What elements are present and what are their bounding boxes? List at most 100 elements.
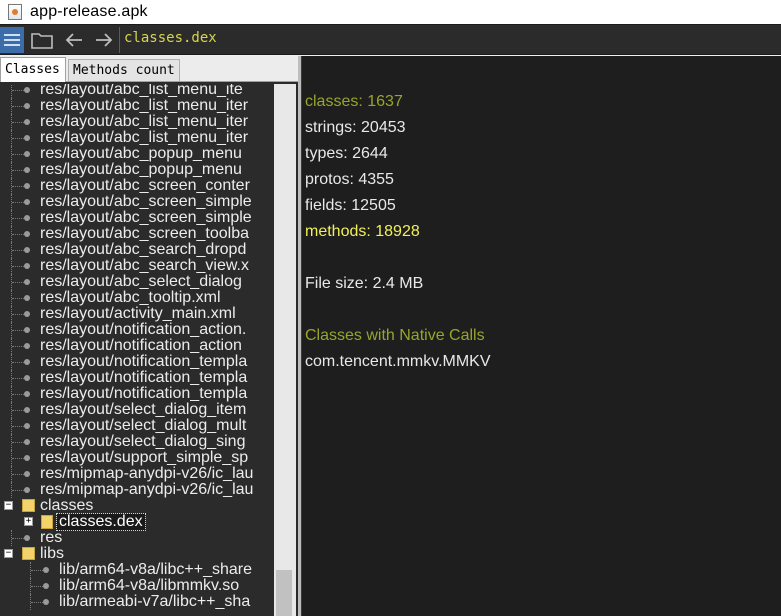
tree-item-label: res/layout/abc_screen_simple (40, 193, 252, 210)
tree-item[interactable]: res/layout/support_simple_sp (0, 450, 274, 466)
forward-button[interactable] (92, 28, 116, 52)
tree-item-label: res/mipmap-anydpi-v26/ic_lau (40, 465, 254, 482)
tree-item[interactable]: res/mipmap-anydpi-v26/ic_lau (0, 466, 274, 482)
tree-item[interactable]: res/layout/abc_screen_simple (0, 194, 274, 210)
tree-item-classes-dex[interactable]: + classes.dex (0, 513, 274, 531)
tree-item[interactable]: res/layout/abc_popup_menu (0, 162, 274, 178)
open-file-button[interactable] (30, 28, 54, 52)
toolbar-separator (119, 27, 120, 53)
file-bullet-icon (24, 135, 30, 141)
folder-icon (31, 33, 53, 49)
file-bullet-icon (43, 567, 49, 573)
tree-scrollbar-thumb[interactable] (276, 570, 292, 616)
tree-item[interactable]: res/layout/abc_list_menu_iter (0, 98, 274, 114)
file-bullet-icon (24, 407, 30, 413)
tree-item-label: res/layout/select_dialog_sing (40, 433, 246, 450)
tree-item[interactable]: res/layout/abc_search_dropd (0, 242, 274, 258)
stat-types: types: 2644 (305, 145, 388, 162)
tree-item-label: lib/arm64-v8a/libmmkv.so (59, 577, 240, 594)
file-bullet-icon (24, 471, 30, 477)
tree-item[interactable]: res/layout/abc_list_menu_iter (0, 114, 274, 130)
tree-item[interactable]: res/layout/abc_select_dialog (0, 274, 274, 290)
expand-toggle-icon[interactable]: − (4, 501, 13, 510)
tree-folder-classes[interactable]: − classes (0, 498, 274, 514)
tree-item[interactable]: res/layout/activity_main.xml (0, 306, 274, 322)
tree-item[interactable]: res/layout/abc_search_view.x (0, 258, 274, 274)
tree-item[interactable]: lib/arm64-v8a/libmmkv.so (0, 578, 274, 594)
tree-item-res[interactable]: res (0, 530, 274, 546)
tree-item[interactable]: res/layout/abc_screen_simple (0, 210, 274, 226)
file-bullet-icon (24, 311, 30, 317)
arrow-right-icon (96, 33, 113, 47)
tree-item[interactable]: res/mipmap-anydpi-v26/ic_lau (0, 482, 274, 498)
tree-item[interactable]: lib/arm64-v8a/libc++_share (0, 562, 274, 578)
folder-icon (22, 547, 35, 560)
tree-item-label: classes (40, 497, 94, 514)
file-bullet-icon (24, 391, 30, 397)
tree-item[interactable]: res/layout/select_dialog_sing (0, 434, 274, 450)
tree-guide-line (31, 570, 43, 571)
tree-item[interactable]: res/layout/notification_action (0, 338, 274, 354)
file-bullet-icon (24, 423, 30, 429)
tree-item[interactable]: res/layout/select_dialog_item (0, 402, 274, 418)
tree-item-label: res/layout/abc_list_menu_iter (40, 97, 249, 114)
file-bullet-icon (24, 119, 30, 125)
file-bullet-icon (24, 167, 30, 173)
file-tree: res/layout/abc_list_menu_ite res/layout/a… (0, 84, 274, 616)
file-bullet-icon (24, 295, 30, 301)
tree-item-label: res/layout/notification_action. (40, 321, 247, 338)
tree-item-label: res/layout/activity_main.xml (40, 305, 236, 322)
tree-item[interactable]: lib/armeabi-v7a/libc++_sha (0, 594, 274, 610)
back-button[interactable] (62, 28, 86, 52)
tree-item-label: res/layout/abc_list_menu_iter (40, 113, 249, 130)
tree-item-label: res/layout/notification_action (40, 337, 242, 354)
tree-item-label: res/layout/notification_templa (40, 385, 248, 402)
expand-toggle-icon[interactable]: + (24, 517, 33, 526)
stat-strings: strings: 20453 (305, 119, 406, 136)
tree-item[interactable]: res/layout/notification_templa (0, 370, 274, 386)
tree-folder-libs[interactable]: − libs (0, 546, 274, 562)
tree-item-label: res/layout/notification_templa (40, 353, 248, 370)
menu-button[interactable] (0, 27, 24, 53)
toolbar: classes.dex (0, 24, 781, 55)
tree-item-label: res (40, 529, 63, 546)
window-title: app-release.apk (30, 3, 148, 20)
tab-classes[interactable]: Classes (0, 57, 66, 82)
tree-item-label: res/layout/abc_list_menu_ite (40, 84, 243, 98)
file-bullet-icon (24, 375, 30, 381)
tree-item-label: res/layout/support_simple_sp (40, 449, 249, 466)
file-bullet-icon (43, 583, 49, 589)
tree-item[interactable]: res/layout/abc_screen_toolba (0, 226, 274, 242)
file-bullet-icon (24, 327, 30, 333)
left-panel: Classes Methods count res/layout/abc_lis… (0, 56, 298, 616)
file-bullet-icon (24, 199, 30, 205)
tree-item[interactable]: res/layout/abc_list_menu_iter (0, 130, 274, 146)
tree-item-label: res/layout/abc_search_view.x (40, 257, 249, 274)
tree-item-label: res/layout/select_dialog_mult (40, 417, 247, 434)
tree-item-label: res/layout/abc_popup_menu (40, 161, 242, 178)
tree-item[interactable]: res/layout/notification_action. (0, 322, 274, 338)
tree-item[interactable]: res/layout/abc_list_menu_ite (0, 84, 274, 98)
tree-item-label: res/layout/abc_screen_toolba (40, 225, 250, 242)
tree-guide-line (31, 586, 43, 587)
hamburger-icon (4, 34, 20, 46)
tree-item[interactable]: res/layout/select_dialog_mult (0, 418, 274, 434)
file-bullet-icon (24, 215, 30, 221)
stat-file-size: File size: 2.4 MB (305, 275, 424, 292)
tab-methods-count[interactable]: Methods count (68, 59, 180, 81)
tree-item-label: lib/armeabi-v7a/libc++_sha (59, 593, 251, 610)
tree-item[interactable]: res/layout/abc_popup_menu (0, 146, 274, 162)
tree-item[interactable]: res/layout/abc_tooltip.xml (0, 290, 274, 306)
stat-protos: protos: 4355 (305, 171, 394, 188)
tree-scrollbar[interactable] (274, 84, 296, 616)
tree-item-label: res/mipmap-anydpi-v26/ic_lau (40, 481, 254, 498)
tree-item[interactable]: res/layout/abc_screen_conter (0, 178, 274, 194)
file-bullet-icon (24, 87, 30, 93)
tree-item-label: res/layout/abc_list_menu_iter (40, 129, 249, 146)
tree-item[interactable]: res/layout/notification_templa (0, 354, 274, 370)
tree-item[interactable]: res/layout/notification_templa (0, 386, 274, 402)
native-class-item[interactable]: com.tencent.mmkv.MMKV (305, 353, 491, 371)
file-bullet-icon (24, 103, 30, 109)
expand-toggle-icon[interactable]: − (4, 549, 13, 558)
file-bullet-icon (24, 151, 30, 157)
